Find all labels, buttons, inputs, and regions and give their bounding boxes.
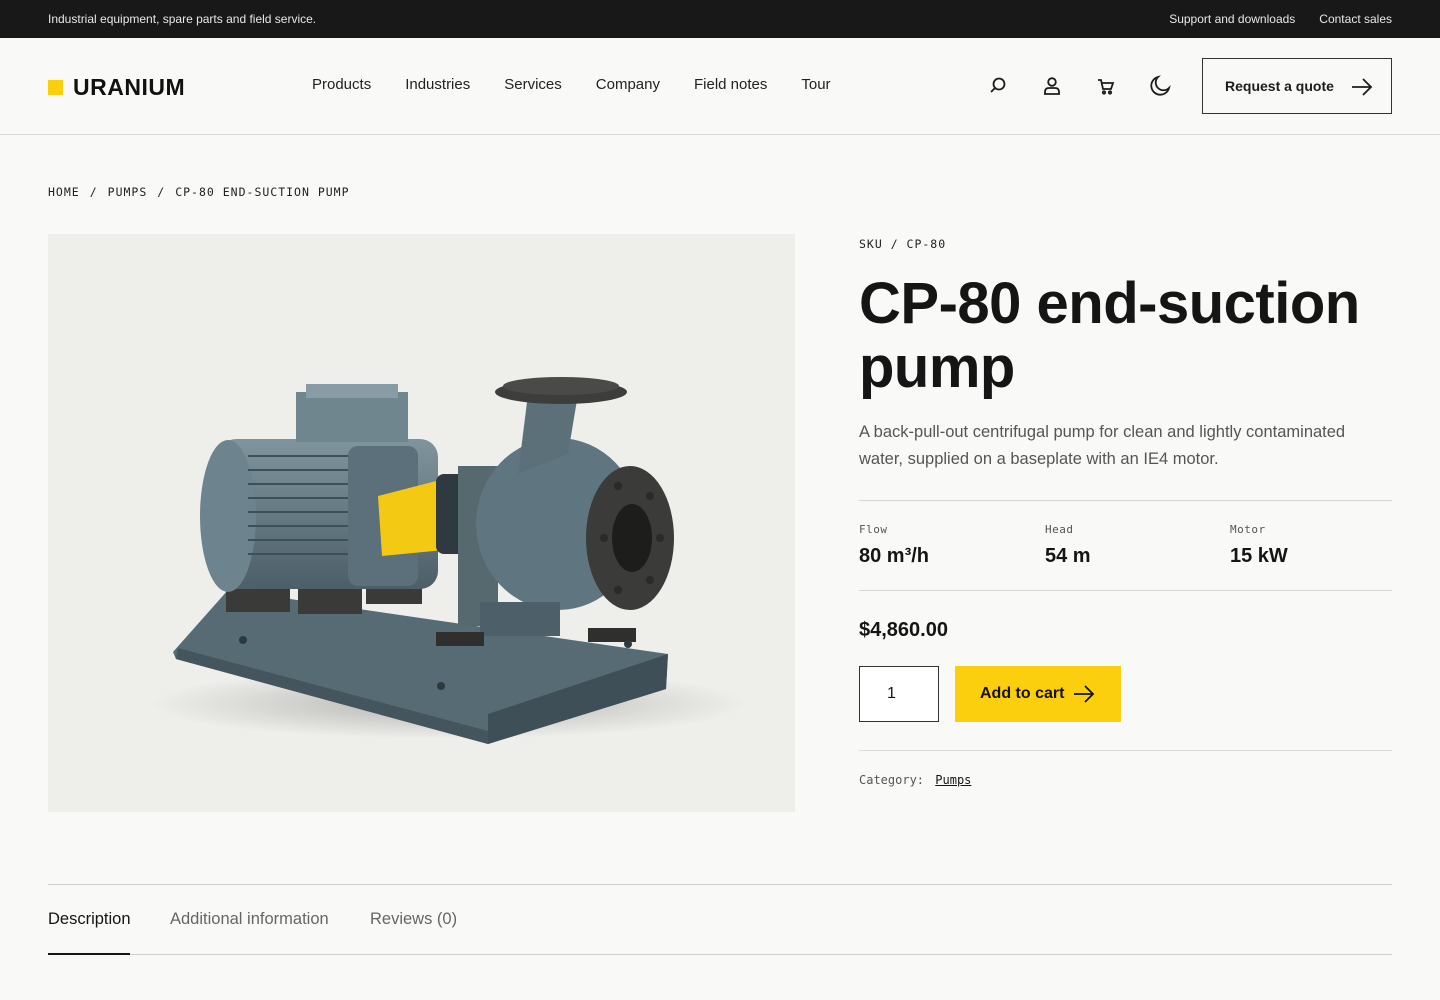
product-image [48,234,795,812]
logo-text: URANIUM [73,74,186,100]
nav-item-company[interactable]: Company [596,76,660,93]
breadcrumb-pumps[interactable]: PUMPS [108,185,148,199]
nav-item-industries[interactable]: Industries [405,76,470,93]
main-nav: Products Industries Services Company Fie… [312,76,831,93]
product-title: CP-80 end-suction pump [859,271,1360,400]
request-quote-label: Request a quote [1225,78,1334,94]
cart-icon[interactable] [1094,74,1118,98]
top-bar: Industrial equipment, spare parts and fi… [0,0,1440,38]
product-category: Category: Pumps [859,773,971,787]
search-icon[interactable] [986,74,1010,98]
nav-item-field-notes[interactable]: Field notes [694,76,767,93]
spec-head: Head 54 m [1045,523,1091,568]
request-quote-button[interactable]: Request a quote [1202,58,1392,114]
category-link-pumps[interactable]: Pumps [935,773,971,787]
breadcrumb-separator: / [89,185,98,199]
breadcrumb-home[interactable]: HOME [48,185,80,199]
breadcrumb-separator: / [157,185,166,199]
spec-label: Head [1045,523,1074,536]
add-to-cart-button[interactable]: Add to cart [955,666,1121,722]
support-downloads-link[interactable]: Support and downloads [1169,12,1295,26]
quantity-input[interactable] [859,666,939,722]
breadcrumb-current: CP-80 END-SUCTION PUMP [175,185,350,199]
site-header: URANIUM Products Industries Services Com… [0,38,1440,135]
logo-mark-icon [48,80,63,95]
moon-icon[interactable] [1148,74,1172,98]
divider [859,750,1392,751]
product-sku: SKU / CP-80 [859,237,947,251]
topbar-tagline: Industrial equipment, spare parts and fi… [48,12,317,26]
spec-label: Motor [1230,523,1266,536]
nav-item-tour[interactable]: Tour [801,76,830,93]
spec-value: 54 m [1045,545,1091,567]
product-description: A back-pull-out centrifugal pump for cle… [859,423,1346,468]
nav-item-products[interactable]: Products [312,76,371,93]
spec-motor: Motor 15 kW [1230,523,1288,568]
topbar-links: Support and downloads Contact sales [1169,12,1392,26]
add-to-cart-label: Add to cart [980,685,1065,702]
arrow-right-icon [1352,78,1373,96]
spec-value: 80 m³/h [859,545,930,567]
spec-label: Flow [859,523,888,536]
active-tab-indicator [48,953,130,955]
arrow-right-icon [1074,685,1095,703]
tab-description[interactable]: Description [48,910,131,929]
product-tabs: Description Additional information Revie… [48,884,1392,955]
spec-list: Flow 80 m³/h Head 54 m Motor 15 kW [859,500,1392,591]
tab-additional-information[interactable]: Additional information [170,910,329,929]
tab-reviews[interactable]: Reviews (0) [370,910,457,929]
breadcrumb: HOME / PUMPS / CP-80 END-SUCTION PUMP [48,185,350,199]
pump-illustration [148,377,748,744]
contact-sales-link[interactable]: Contact sales [1319,12,1392,26]
spec-value: 15 kW [1230,545,1288,567]
nav-item-services[interactable]: Services [504,76,562,93]
account-icon[interactable] [1040,74,1064,98]
category-label: Category: [859,773,925,787]
spec-flow: Flow 80 m³/h [859,523,929,568]
logo[interactable]: URANIUM [48,74,185,101]
product-price: $4,860.00 [859,619,948,641]
